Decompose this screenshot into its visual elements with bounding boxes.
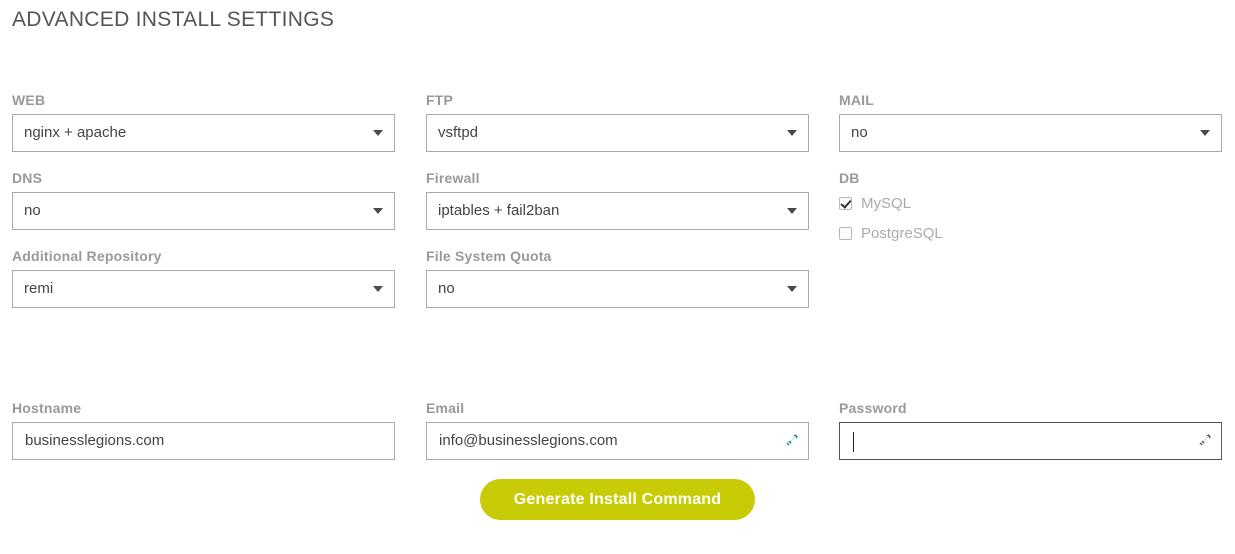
field-mail: MAIL no — [839, 92, 1222, 152]
select-dns[interactable]: no — [12, 192, 395, 230]
field-db: DB MySQL PostgreSQL — [839, 170, 1222, 245]
settings-column-middle: FTP vsftpd Firewall iptables + fail2ban … — [426, 92, 809, 326]
select-mail[interactable]: no — [839, 114, 1222, 152]
select-web[interactable]: nginx + apache — [12, 114, 395, 152]
select-ftp-value: vsftpd — [438, 124, 479, 141]
checkbox-mysql[interactable] — [839, 197, 852, 210]
select-additional-repository[interactable]: remi — [12, 270, 395, 308]
settings-column-left: WEB nginx + apache DNS no Additional Rep… — [12, 92, 395, 326]
hostname-input-value: businesslegions.com — [25, 432, 165, 449]
password-input[interactable] — [839, 422, 1222, 460]
text-caret — [853, 432, 854, 452]
label-firewall: Firewall — [426, 170, 480, 186]
submit-row: Generate Install Command — [0, 479, 1235, 520]
checkbox-postgresql-label: PostgreSQL — [861, 225, 943, 242]
generate-password-icon[interactable] — [1195, 433, 1212, 449]
generate-install-command-button[interactable]: Generate Install Command — [479, 479, 756, 520]
checkbox-mysql-label: MySQL — [861, 195, 912, 212]
field-ftp: FTP vsftpd — [426, 92, 809, 152]
chevron-down-icon — [787, 286, 797, 292]
select-mail-value: no — [851, 124, 868, 141]
chevron-down-icon — [373, 286, 383, 292]
checkbox-row-postgresql[interactable]: PostgreSQL — [839, 222, 1222, 245]
chevron-down-icon — [373, 130, 383, 136]
chevron-down-icon — [373, 208, 383, 214]
chevron-down-icon — [1200, 130, 1210, 136]
select-ftp[interactable]: vsftpd — [426, 114, 809, 152]
advanced-install-settings-page: ADVANCED INSTALL SETTINGS WEB nginx + ap… — [0, 0, 1235, 554]
select-dns-value: no — [24, 202, 41, 219]
label-file-system-quota: File System Quota — [426, 248, 552, 264]
select-firewall-value: iptables + fail2ban — [438, 202, 560, 219]
label-dns: DNS — [12, 170, 43, 186]
field-dns: DNS no — [12, 170, 395, 230]
field-web: WEB nginx + apache — [12, 92, 395, 152]
settings-column-right: MAIL no DB MySQL PostgreSQL — [839, 92, 1222, 263]
generate-email-icon[interactable] — [782, 433, 799, 449]
checkbox-postgresql[interactable] — [839, 227, 852, 240]
label-web: WEB — [12, 92, 46, 108]
select-web-value: nginx + apache — [24, 124, 127, 141]
select-file-system-quota-value: no — [438, 280, 455, 297]
checkbox-row-mysql[interactable]: MySQL — [839, 192, 1222, 215]
select-file-system-quota[interactable]: no — [426, 270, 809, 308]
label-additional-repository: Additional Repository — [12, 248, 162, 264]
email-input-value: info@businesslegions.com — [439, 432, 618, 449]
label-db: DB — [839, 170, 860, 186]
chevron-down-icon — [787, 130, 797, 136]
select-additional-repository-value: remi — [24, 280, 54, 297]
label-password: Password — [839, 400, 907, 416]
field-hostname: Hostname businesslegions.com — [12, 400, 395, 460]
label-email: Email — [426, 400, 465, 416]
field-email: Email info@businesslegions.com — [426, 400, 809, 460]
field-firewall: Firewall iptables + fail2ban — [426, 170, 809, 230]
hostname-input[interactable]: businesslegions.com — [12, 422, 395, 460]
field-password: Password — [839, 400, 1222, 460]
label-ftp: FTP — [426, 92, 454, 108]
label-mail: MAIL — [839, 92, 875, 108]
field-additional-repository: Additional Repository remi — [12, 248, 395, 308]
field-file-system-quota: File System Quota no — [426, 248, 809, 308]
page-title: ADVANCED INSTALL SETTINGS — [12, 8, 335, 31]
label-hostname: Hostname — [12, 400, 82, 416]
select-firewall[interactable]: iptables + fail2ban — [426, 192, 809, 230]
chevron-down-icon — [787, 208, 797, 214]
email-input[interactable]: info@businesslegions.com — [426, 422, 809, 460]
